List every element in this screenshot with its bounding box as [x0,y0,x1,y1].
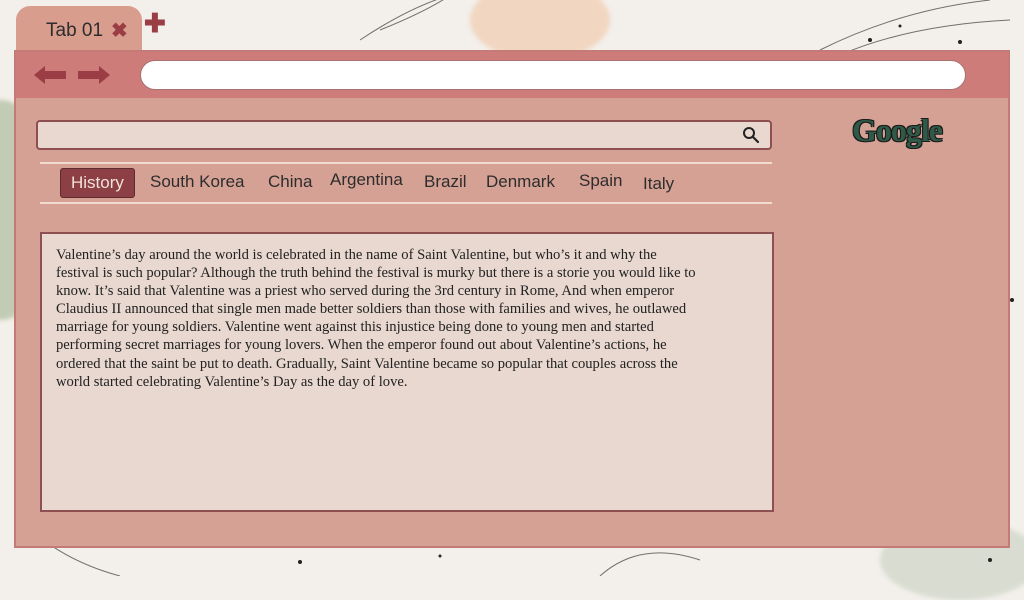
add-tab-icon[interactable]: ✚ [144,10,166,36]
article-text: Valentine’s day around the world is cele… [56,247,696,390]
divider-bottom [40,202,772,204]
tab-spain[interactable]: Spain [579,167,622,195]
tab-italy[interactable]: Italy [643,170,674,198]
tab-china[interactable]: China [268,168,312,196]
close-icon[interactable]: ✖ [111,18,128,43]
search-icon[interactable] [742,126,760,149]
tab-denmark[interactable]: Denmark [486,168,555,196]
tab-brazil[interactable]: Brazil [424,168,467,196]
browser-window: Google History South Korea China Argenti… [14,50,1010,548]
arrow-left-icon[interactable] [34,66,66,89]
divider-top [40,162,772,164]
page-content: Google History South Korea China Argenti… [16,98,1008,546]
country-tabs: History South Korea China Argentina Braz… [16,168,796,200]
search-input[interactable] [36,120,772,150]
browser-tab[interactable]: Tab 01 ✖ [16,6,142,56]
tab-argentina[interactable]: Argentina [330,166,403,194]
article-panel: Valentine’s day around the world is cele… [40,232,774,512]
tab-south-korea[interactable]: South Korea [150,168,245,196]
tab-title: Tab 01 [46,20,104,41]
toolbar [16,52,1008,98]
address-bar[interactable] [140,60,966,90]
google-logo[interactable]: Google [852,112,943,149]
tab-history[interactable]: History [60,168,135,198]
arrow-right-icon[interactable] [78,66,110,89]
